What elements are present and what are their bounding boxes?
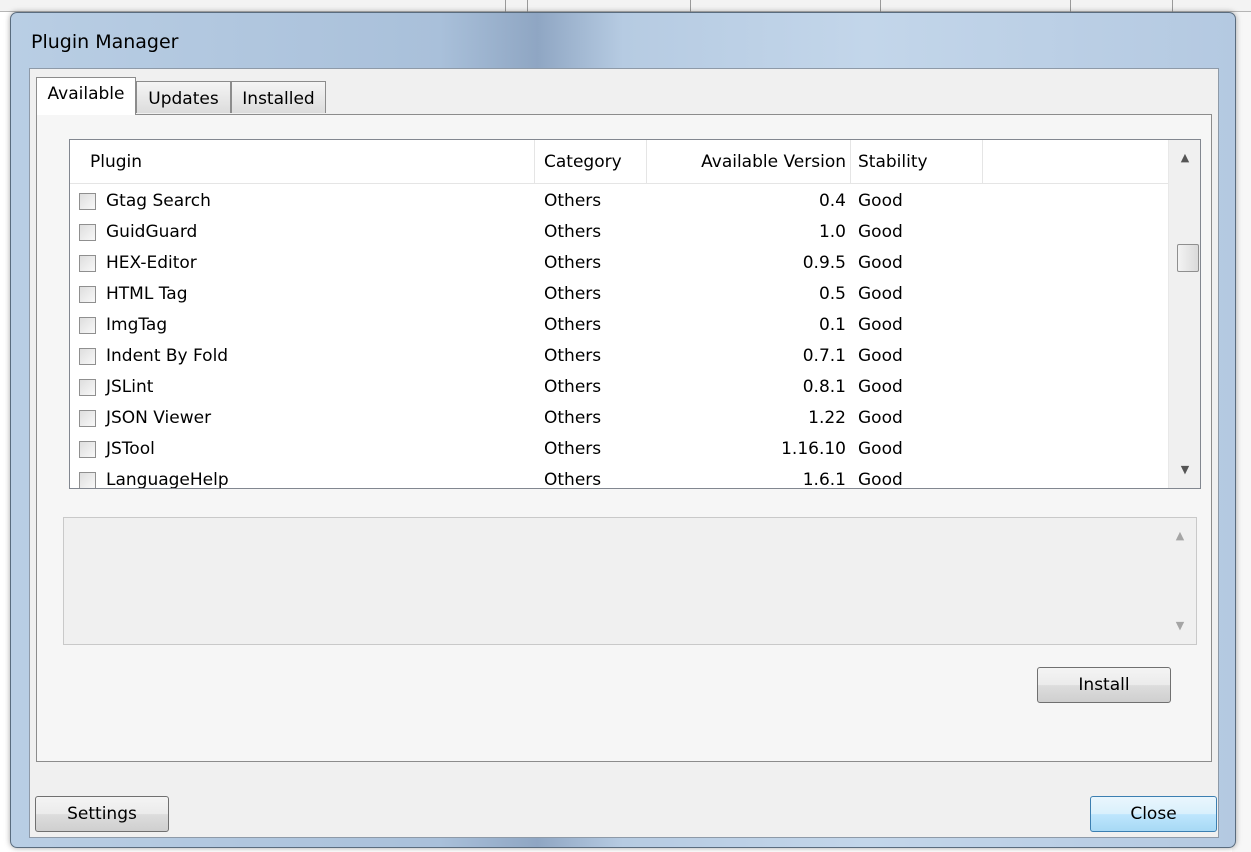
plugin-name: GuidGuard — [106, 222, 198, 242]
plugin-name: ImgTag — [106, 315, 168, 335]
column-divider[interactable] — [982, 140, 983, 184]
scrollbar-thumb[interactable] — [1177, 244, 1199, 272]
tab-installed[interactable]: Installed — [231, 81, 326, 113]
table-row[interactable]: ImgTag Others 0.1 Good — [70, 310, 1170, 341]
plugin-manager-dialog: Plugin Manager Available Updates Install… — [10, 12, 1236, 848]
row-checkbox[interactable] — [79, 193, 96, 210]
plugin-stability: Good — [858, 222, 903, 242]
plugin-stability: Good — [858, 346, 903, 366]
plugin-list-header: Plugin Category Available Version Stabil… — [70, 140, 1170, 184]
plugin-version: 0.1 — [818, 315, 846, 335]
row-checkbox[interactable] — [79, 410, 96, 427]
plugin-category: Others — [544, 253, 602, 273]
plugin-name: JSLint — [106, 377, 154, 397]
background-divider — [505, 0, 506, 12]
scroll-down-icon[interactable]: ▼ — [1169, 456, 1200, 484]
plugin-description-box[interactable]: ▲ ▼ — [63, 517, 1197, 645]
background-window-strip — [0, 0, 1251, 12]
settings-button[interactable]: Settings — [35, 796, 169, 832]
plugin-name: Indent By Fold — [106, 346, 229, 366]
row-checkbox[interactable] — [79, 317, 96, 334]
plugin-name: HTML Tag — [106, 284, 188, 304]
close-button[interactable]: Close — [1090, 796, 1217, 832]
column-header-category[interactable]: Category — [544, 140, 622, 184]
scroll-up-icon[interactable]: ▲ — [1169, 144, 1200, 172]
plugin-stability: Good — [858, 191, 903, 211]
table-row[interactable]: HTML Tag Others 0.5 Good — [70, 279, 1170, 310]
plugin-stability: Good — [858, 470, 903, 489]
available-tab-panel: Plugin Category Available Version Stabil… — [36, 114, 1212, 762]
row-checkbox[interactable] — [79, 472, 96, 488]
table-row[interactable]: HEX-Editor Others 0.9.5 Good — [70, 248, 1170, 279]
plugin-category: Others — [544, 470, 602, 489]
column-divider[interactable] — [850, 140, 851, 184]
description-scrollbar[interactable]: ▲ ▼ — [1164, 518, 1196, 644]
plugin-list-scrollbar[interactable]: ▲ ▼ — [1168, 140, 1200, 488]
plugin-stability: Good — [858, 439, 903, 459]
plugin-category: Others — [544, 408, 602, 428]
column-divider[interactable] — [646, 140, 647, 184]
plugin-category: Others — [544, 191, 602, 211]
plugin-version: 0.9.5 — [802, 253, 846, 273]
dialog-title: Plugin Manager — [31, 31, 179, 53]
plugin-version: 0.4 — [818, 191, 846, 211]
background-divider — [690, 0, 691, 12]
dialog-client-area: Available Updates Installed Plugin Categ… — [29, 68, 1219, 838]
plugin-version: 0.7.1 — [802, 346, 846, 366]
background-divider — [1070, 0, 1071, 12]
table-row[interactable]: JSLint Others 0.8.1 Good — [70, 372, 1170, 403]
table-row[interactable]: Indent By Fold Others 0.7.1 Good — [70, 341, 1170, 372]
plugin-name: JSTool — [106, 439, 155, 459]
row-checkbox[interactable] — [79, 348, 96, 365]
row-checkbox[interactable] — [79, 224, 96, 241]
table-row[interactable]: LanguageHelp Others 1.6.1 Good — [70, 465, 1170, 489]
plugin-category: Others — [544, 346, 602, 366]
plugin-stability: Good — [858, 408, 903, 428]
background-divider — [1172, 0, 1173, 12]
plugin-stability: Good — [858, 377, 903, 397]
plugin-name: HEX-Editor — [106, 253, 197, 273]
background-divider — [527, 0, 528, 12]
scroll-down-icon[interactable]: ▼ — [1164, 612, 1196, 640]
table-row[interactable]: Gtag Search Others 0.4 Good — [70, 186, 1170, 217]
plugin-version: 1.6.1 — [802, 470, 846, 489]
column-header-stability[interactable]: Stability — [858, 140, 928, 184]
plugin-version: 1.16.10 — [781, 439, 846, 459]
row-checkbox[interactable] — [79, 379, 96, 396]
plugin-category: Others — [544, 222, 602, 242]
background-divider — [880, 0, 881, 12]
install-button[interactable]: Install — [1037, 667, 1171, 703]
plugin-list[interactable]: Plugin Category Available Version Stabil… — [69, 139, 1201, 489]
row-checkbox[interactable] — [79, 441, 96, 458]
column-divider[interactable] — [534, 140, 535, 184]
plugin-stability: Good — [858, 315, 903, 335]
table-row[interactable]: JSTool Others 1.16.10 Good — [70, 434, 1170, 465]
plugin-stability: Good — [858, 284, 903, 304]
plugin-stability: Good — [858, 253, 903, 273]
table-row[interactable]: JSON Viewer Others 1.22 Good — [70, 403, 1170, 434]
plugin-name: LanguageHelp — [106, 470, 229, 489]
plugin-category: Others — [544, 284, 602, 304]
tab-available[interactable]: Available — [36, 77, 136, 115]
column-header-available-version[interactable]: Available Version — [650, 140, 846, 184]
plugin-version: 1.0 — [818, 222, 846, 242]
scroll-up-icon[interactable]: ▲ — [1164, 522, 1196, 550]
row-checkbox[interactable] — [79, 255, 96, 272]
tab-updates[interactable]: Updates — [136, 81, 231, 113]
plugin-category: Others — [544, 377, 602, 397]
plugin-category: Others — [544, 315, 602, 335]
plugin-category: Others — [544, 439, 602, 459]
plugin-name: Gtag Search — [106, 191, 211, 211]
plugin-version: 1.22 — [808, 408, 846, 428]
plugin-name: JSON Viewer — [106, 408, 212, 428]
table-row[interactable]: GuidGuard Others 1.0 Good — [70, 217, 1170, 248]
plugin-version: 0.5 — [818, 284, 846, 304]
column-header-plugin[interactable]: Plugin — [90, 140, 142, 184]
plugin-version: 0.8.1 — [802, 377, 846, 397]
row-checkbox[interactable] — [79, 286, 96, 303]
